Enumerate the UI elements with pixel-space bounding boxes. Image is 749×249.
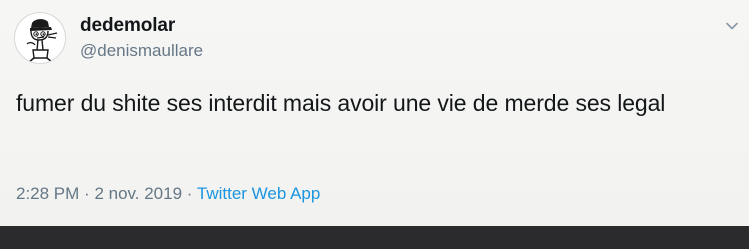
author-display-name[interactable]: dedemolar [80, 15, 175, 37]
meta-separator: · [186, 184, 193, 203]
author-handle[interactable]: @denismaullare [80, 41, 203, 61]
cartoon-character-avatar-icon [26, 19, 58, 63]
avatar[interactable] [14, 12, 66, 64]
bottom-bar [0, 226, 749, 249]
tweet-meta: 2:28 PM · 2 nov. 2019 · Twitter Web App [16, 184, 320, 204]
meta-separator: · [84, 184, 90, 203]
tweet-date[interactable]: 2 nov. 2019 [94, 184, 182, 203]
tweet-text: fumer du shite ses interdit mais avoir u… [16, 90, 666, 116]
tweet-card: dedemolar @denismaullare fumer du shite … [0, 0, 749, 226]
tweet-time[interactable]: 2:28 PM [16, 184, 79, 203]
chevron-down-icon[interactable] [724, 18, 740, 34]
tweet-source-link[interactable]: Twitter Web App [197, 184, 320, 203]
